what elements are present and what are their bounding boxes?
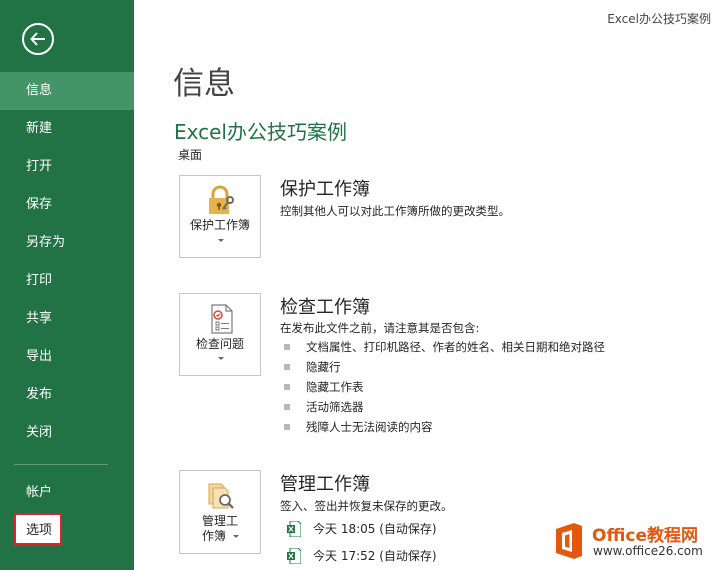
sidebar-nav-bottom: 帐户 选项: [0, 474, 134, 550]
back-arrow-icon: [30, 32, 45, 46]
window-title: Excel办公技巧案例: [607, 12, 711, 26]
protect-workbook-title: 保护工作簿: [280, 179, 370, 200]
manage-workbook-tile-label-line1: 管理工: [201, 514, 238, 528]
sidebar-item-save-as[interactable]: 另存为: [0, 224, 134, 262]
chevron-down-icon: [233, 535, 239, 538]
autosave-version-label: 今天 18:05 (自动保存): [313, 522, 437, 536]
lock-key-icon: [209, 185, 234, 214]
sidebar-item-account[interactable]: 帐户: [0, 474, 134, 512]
sidebar-item-share[interactable]: 共享: [0, 300, 134, 338]
list-item: 隐藏行: [283, 357, 605, 377]
excel-file-icon: [287, 521, 301, 537]
sidebar-divider: [14, 464, 108, 465]
inspect-document-icon: [211, 304, 233, 334]
manage-versions-icon: [208, 483, 234, 509]
sidebar-item-print[interactable]: 打印: [0, 262, 134, 300]
watermark-brand: Office教程网: [592, 526, 699, 546]
backstage-sidebar: 信息 新建 打开 保存 另存为 打印 共享 导出 发布 关闭 帐户 选项: [0, 0, 134, 570]
sidebar-nav: 信息 新建 打开 保存 另存为 打印 共享 导出 发布 关闭: [0, 72, 134, 452]
manage-workbook-tile-label-line2: 作簿: [201, 529, 226, 543]
sidebar-item-options-label: 选项: [26, 523, 53, 538]
office-logo-icon: [556, 523, 582, 559]
chevron-down-icon: [218, 357, 224, 360]
sidebar-item-open[interactable]: 打开: [0, 148, 134, 186]
back-button[interactable]: [22, 23, 54, 55]
autosave-version-item[interactable]: 今天 17:52 (自动保存): [287, 543, 437, 570]
manage-workbook-description: 签入、签出并恢复未保存的更改。: [280, 499, 453, 513]
protect-workbook-tile-label: 保护工作簿: [189, 218, 250, 232]
watermark-url: www.office26.com: [593, 544, 703, 558]
manage-workbook-button[interactable]: 管理工 作簿: [179, 470, 261, 554]
sidebar-item-new[interactable]: 新建: [0, 110, 134, 148]
autosave-version-label: 今天 17:52 (自动保存): [313, 549, 437, 563]
page-title: 信息: [173, 66, 235, 102]
sidebar-item-options[interactable]: 选项: [0, 512, 134, 550]
list-item: 隐藏工作表: [283, 377, 605, 397]
autosave-versions-list: 今天 18:05 (自动保存) 今天 17:52 (自动保存): [287, 516, 437, 570]
manage-workbook-title: 管理工作簿: [280, 474, 370, 495]
watermark: Office教程网 www.office26.com: [548, 517, 715, 570]
inspect-workbook-description: 在发布此文件之前，请注意其是否包含:: [280, 321, 480, 335]
sidebar-item-info[interactable]: 信息: [0, 72, 134, 110]
inspect-workbook-title: 检查工作簿: [280, 297, 370, 318]
list-item: 活动筛选器: [283, 397, 605, 417]
sidebar-item-close[interactable]: 关闭: [0, 414, 134, 452]
inspect-bullets: 文档属性、打印机路径、作者的姓名、相关日期和绝对路径 隐藏行 隐藏工作表 活动筛…: [283, 337, 605, 437]
check-for-issues-button[interactable]: 检查问题: [179, 293, 261, 376]
list-item: 残障人士无法阅读的内容: [283, 417, 605, 437]
document-location[interactable]: 桌面: [178, 146, 202, 163]
sidebar-item-save[interactable]: 保存: [0, 186, 134, 224]
sidebar-item-export[interactable]: 导出: [0, 338, 134, 376]
protect-workbook-button[interactable]: 保护工作簿: [179, 175, 261, 258]
excel-file-icon: [287, 548, 301, 564]
sidebar-item-publish[interactable]: 发布: [0, 376, 134, 414]
protect-workbook-description: 控制其他人可以对此工作簿所做的更改类型。: [280, 204, 510, 218]
document-name: Excel办公技巧案例: [174, 120, 347, 144]
autosave-version-item[interactable]: 今天 18:05 (自动保存): [287, 516, 437, 543]
check-for-issues-tile-label: 检查问题: [195, 337, 244, 351]
chevron-down-icon: [218, 239, 224, 242]
list-item: 文档属性、打印机路径、作者的姓名、相关日期和绝对路径: [283, 337, 605, 357]
